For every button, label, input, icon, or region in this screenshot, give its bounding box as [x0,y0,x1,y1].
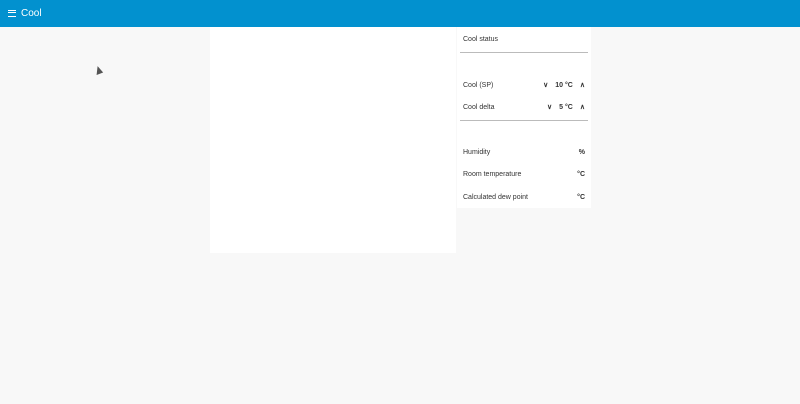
dew-point-row: Calculated dew point °C [463,194,585,201]
cool-status-label: Cool status [463,36,499,43]
room-temp-label: Room temperature [463,171,522,178]
setpoint-label: Cool (SP) [463,81,494,89]
menu-icon[interactable] [8,10,16,17]
app-header: Cool [0,0,800,27]
humidity-row: Humidity% [463,149,585,156]
divider [460,52,588,53]
setpoint-row: Cool (SP) ∨ 10 °C ∧ [463,81,585,90]
humidity-label: Humidity [463,149,491,156]
dew-point-label: Calculated dew point [463,194,528,201]
delta-label: Cool delta [463,103,495,111]
divider [460,120,588,121]
main-panel [210,27,456,253]
delta-row: Cool delta ∨ 5 °C ∧ [463,103,585,112]
chevron-up-icon[interactable]: ∧ [580,81,585,89]
setpoint-value: 10 °C [555,81,573,89]
delta-value: 5 °C [559,103,573,111]
dew-point-value: °C [577,194,585,201]
chevron-up-icon[interactable]: ∧ [580,103,585,111]
room-temp-value: °C [577,171,585,178]
room-temp-row: Room temperature °C [463,171,585,178]
mouse-cursor-icon [93,65,104,75]
page-title: Cool [21,8,42,19]
chevron-down-icon[interactable]: ∨ [543,81,548,89]
control-panel: Cool status Cool (SP) ∨ 10 °C ∧ Cool delta… [457,27,591,208]
chevron-down-icon[interactable]: ∨ [547,103,552,111]
cool-status-row: Cool status [463,36,585,43]
humidity-value: % [578,149,585,156]
